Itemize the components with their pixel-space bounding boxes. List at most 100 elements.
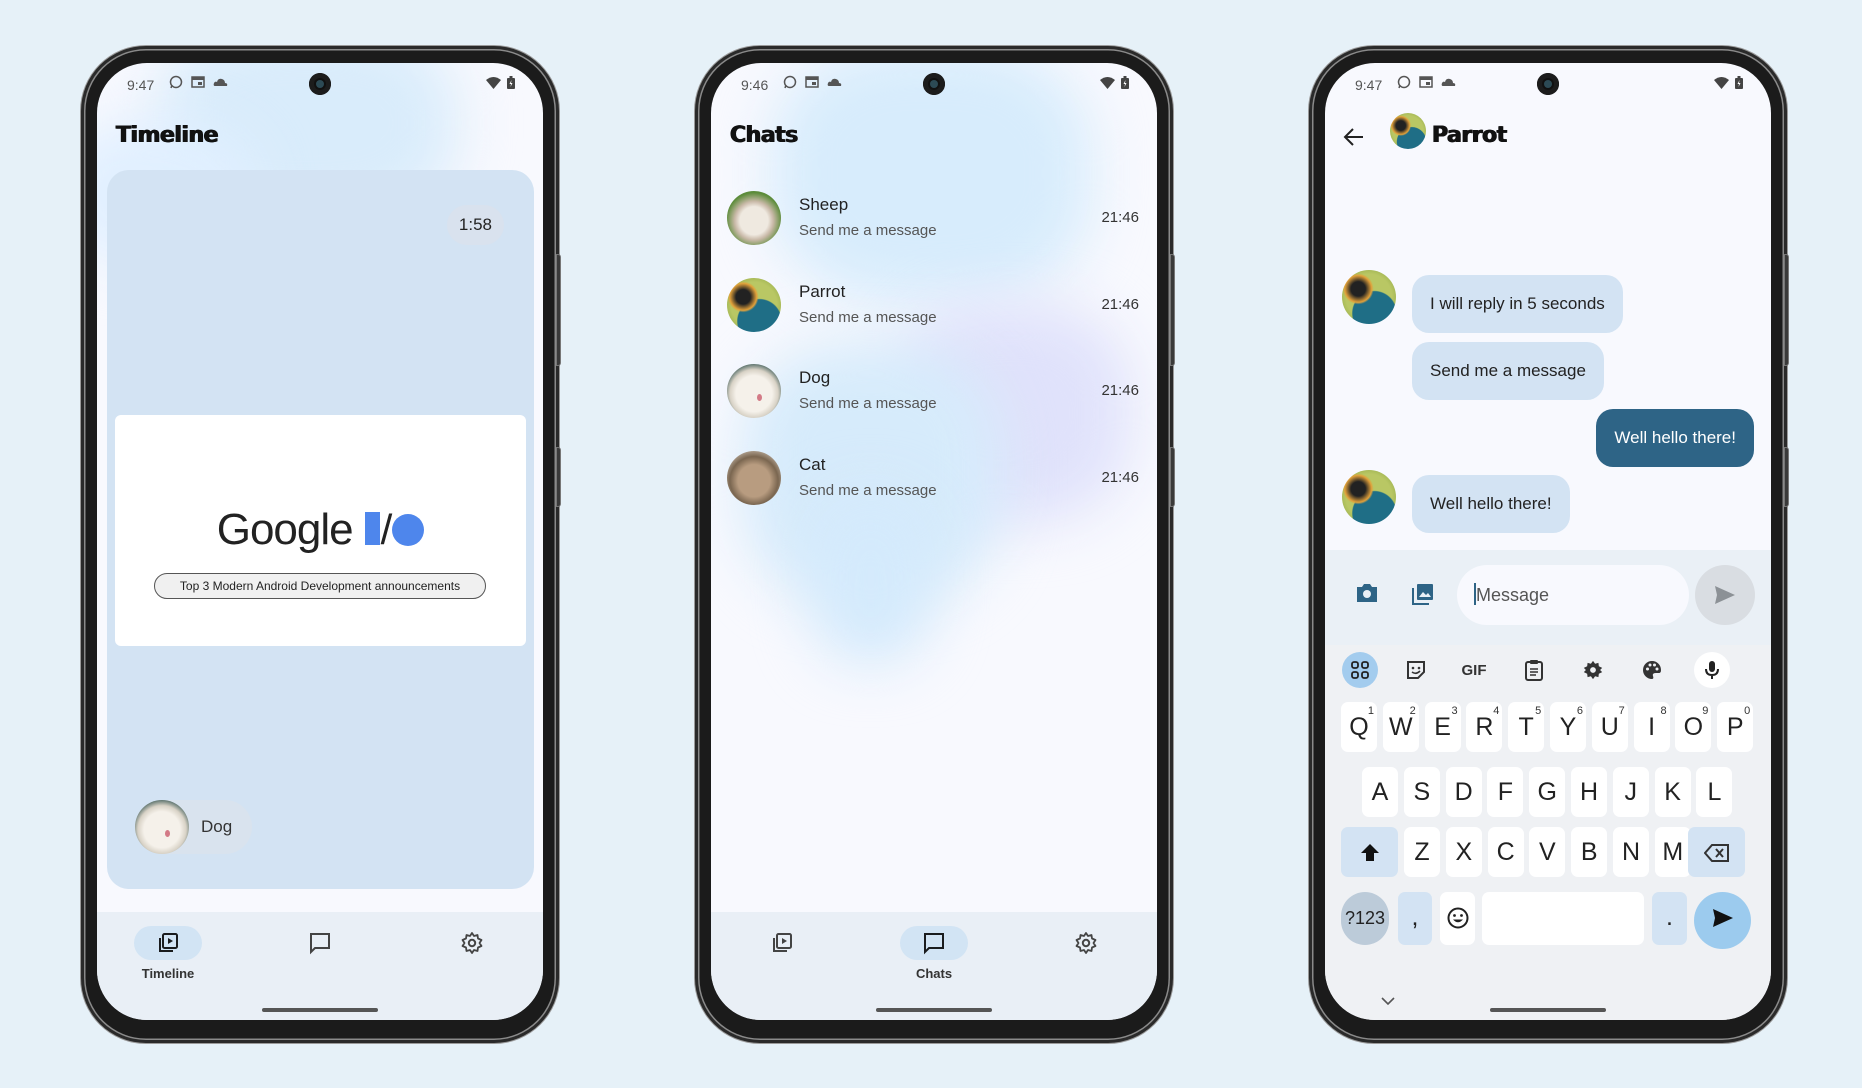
keyboard-voice-button[interactable] — [1694, 652, 1730, 688]
key-g[interactable]: G — [1529, 767, 1566, 817]
key-c[interactable]: C — [1487, 827, 1524, 877]
key-l[interactable]: L — [1696, 767, 1733, 817]
keyboard-clipboard-button[interactable] — [1516, 652, 1552, 688]
nav-timeline[interactable] — [742, 926, 822, 960]
key-y[interactable]: Y6 — [1550, 702, 1586, 752]
keyboard-settings-button[interactable] — [1575, 652, 1611, 688]
phone-timeline: 9:47 Timeline 1:58 Google / Top 3 Modern … — [84, 49, 561, 1040]
chat-name: Cat — [799, 455, 826, 474]
key-number-hint: 5 — [1535, 705, 1542, 717]
key-label: O — [1683, 713, 1704, 741]
key-b[interactable]: B — [1571, 827, 1608, 877]
nav-timeline[interactable]: Timeline — [128, 926, 208, 981]
key-w[interactable]: W2 — [1382, 702, 1419, 752]
shift-key[interactable] — [1341, 827, 1398, 877]
key-number-hint: 2 — [1409, 705, 1416, 717]
message-bubble-sent: Well hello there! — [1596, 409, 1754, 467]
phone-chats: 9:46 Chats Sheep Send me a message 21:46… — [698, 49, 1175, 1040]
screen: 9:47 Parrot I will reply in 5 seconds Se… — [1325, 63, 1771, 1020]
key-d[interactable]: D — [1445, 767, 1482, 817]
message-input[interactable]: Message — [1457, 565, 1689, 625]
key-i[interactable]: I8 — [1633, 702, 1670, 752]
message-bubble-received: I will reply in 5 seconds — [1412, 275, 1623, 333]
key-q[interactable]: Q1 — [1341, 702, 1377, 752]
key-label: U — [1600, 713, 1619, 741]
key-f[interactable]: F — [1487, 767, 1524, 817]
keyboard-theme-button[interactable] — [1634, 652, 1670, 688]
key-label: M — [1662, 838, 1684, 866]
news-icon — [805, 76, 819, 88]
volume-button — [556, 254, 561, 366]
space-key[interactable] — [1482, 892, 1644, 945]
message-input-bar: Message — [1325, 550, 1771, 645]
key-k[interactable]: K — [1654, 767, 1691, 817]
avatar-sheep — [727, 191, 781, 245]
key-number-hint: 7 — [1618, 705, 1625, 717]
video-card[interactable]: 1:58 Google / Top 3 Modern Android Develo… — [107, 170, 534, 889]
chat-preview: Send me a message — [799, 482, 937, 499]
chat-item[interactable]: Dog Send me a message 21:46 — [711, 354, 1157, 428]
key-label: T — [1518, 713, 1534, 741]
emoji-key[interactable] — [1440, 892, 1475, 945]
chat-item[interactable]: Sheep Send me a message 21:46 — [711, 181, 1157, 255]
key-s[interactable]: S — [1403, 767, 1440, 817]
author-chip[interactable]: Dog — [135, 800, 253, 854]
key-n[interactable]: N — [1613, 827, 1649, 877]
nav-label: Chats — [915, 966, 953, 981]
period-key[interactable]: . — [1652, 892, 1687, 945]
shift-icon — [1360, 844, 1379, 861]
message-bubble-received: Well hello there! — [1412, 475, 1570, 533]
emoji-icon — [1447, 907, 1468, 929]
power-button — [556, 447, 561, 507]
key-v[interactable]: V — [1529, 827, 1566, 877]
video-thumbnail[interactable]: Google / Top 3 Modern Android Development… — [115, 415, 526, 646]
key-h[interactable]: H — [1571, 767, 1607, 817]
chat-item[interactable]: Parrot Send me a message 21:46 — [711, 268, 1157, 342]
camera-icon[interactable] — [1355, 582, 1379, 604]
status-time: 9:47 — [1355, 77, 1383, 93]
chat-item[interactable]: Cat Send me a message 21:46 — [711, 441, 1157, 515]
home-indicator[interactable] — [1490, 1008, 1606, 1012]
comma-key[interactable]: , — [1398, 892, 1432, 945]
hide-keyboard-chevron[interactable] — [1381, 992, 1395, 1008]
key-label: R — [1475, 713, 1494, 741]
back-arrow-icon[interactable] — [1343, 126, 1365, 148]
nav-pill — [748, 926, 816, 960]
key-p[interactable]: P0 — [1717, 702, 1754, 752]
nav-chats[interactable] — [280, 926, 360, 960]
author-name: Dog — [201, 817, 233, 836]
nav-settings[interactable] — [432, 926, 512, 960]
symbols-key[interactable]: ?123 — [1341, 892, 1389, 945]
key-t[interactable]: T5 — [1508, 702, 1545, 752]
keyboard-apps-button[interactable] — [1342, 652, 1378, 688]
key-j[interactable]: J — [1612, 767, 1649, 817]
nav-chats[interactable]: Chats — [894, 926, 974, 981]
avatar-parrot — [1342, 470, 1396, 524]
backspace-key[interactable] — [1688, 827, 1745, 877]
cloud-icon — [1441, 78, 1456, 86]
nav-pill — [1052, 926, 1120, 960]
key-m[interactable]: M — [1654, 827, 1691, 877]
key-r[interactable]: R4 — [1466, 702, 1503, 752]
send-button[interactable] — [1695, 565, 1755, 625]
key-a[interactable]: A — [1362, 767, 1398, 817]
send-icon — [1715, 586, 1735, 604]
nav-settings[interactable] — [1046, 926, 1126, 960]
google-wordmark: Google — [216, 505, 354, 554]
key-number-hint: 1 — [1367, 705, 1374, 717]
message-bubble-received: Send me a message — [1412, 342, 1604, 400]
home-indicator[interactable] — [876, 1008, 992, 1012]
home-indicator[interactable] — [262, 1008, 378, 1012]
news-icon — [1419, 76, 1433, 88]
key-u[interactable]: U7 — [1591, 702, 1628, 752]
key-x[interactable]: X — [1445, 827, 1482, 877]
key-e[interactable]: E3 — [1424, 702, 1461, 752]
keyboard-gif-button[interactable]: GIF — [1456, 652, 1492, 688]
battery-charging-icon — [1121, 76, 1129, 89]
key-o[interactable]: O9 — [1675, 702, 1712, 752]
volume-button — [1784, 254, 1789, 366]
keyboard-send-key[interactable] — [1694, 892, 1751, 949]
key-z[interactable]: Z — [1404, 827, 1440, 877]
photo-library-icon[interactable] — [1411, 582, 1435, 606]
keyboard-sticker-button[interactable] — [1398, 652, 1434, 688]
